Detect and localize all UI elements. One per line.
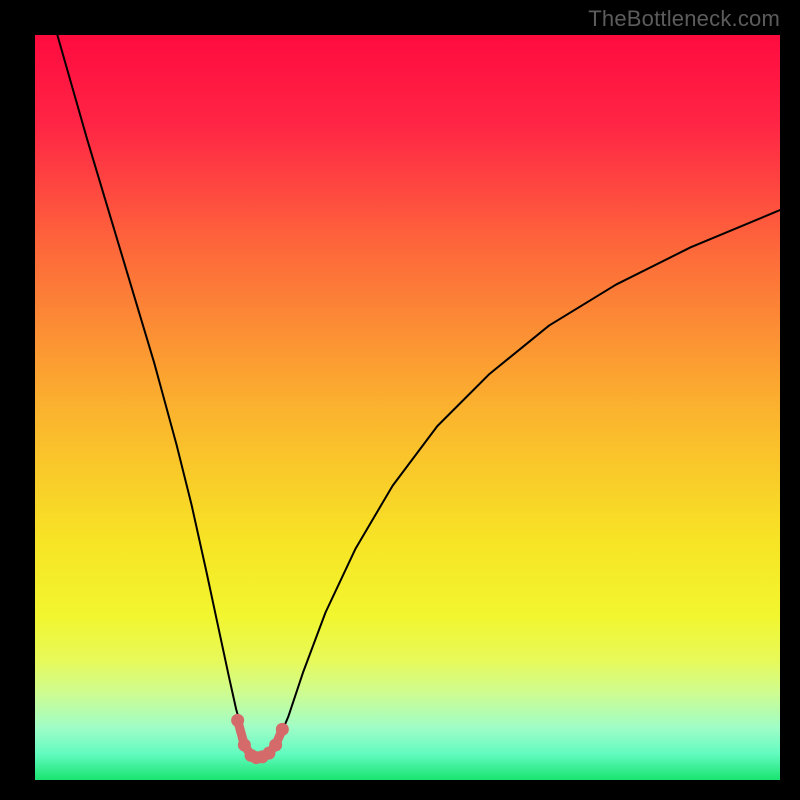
background-gradient xyxy=(35,35,780,780)
plot-area xyxy=(35,35,780,780)
watermark-text: TheBottleneck.com xyxy=(588,6,780,32)
chart-frame: TheBottleneck.com xyxy=(0,0,800,800)
